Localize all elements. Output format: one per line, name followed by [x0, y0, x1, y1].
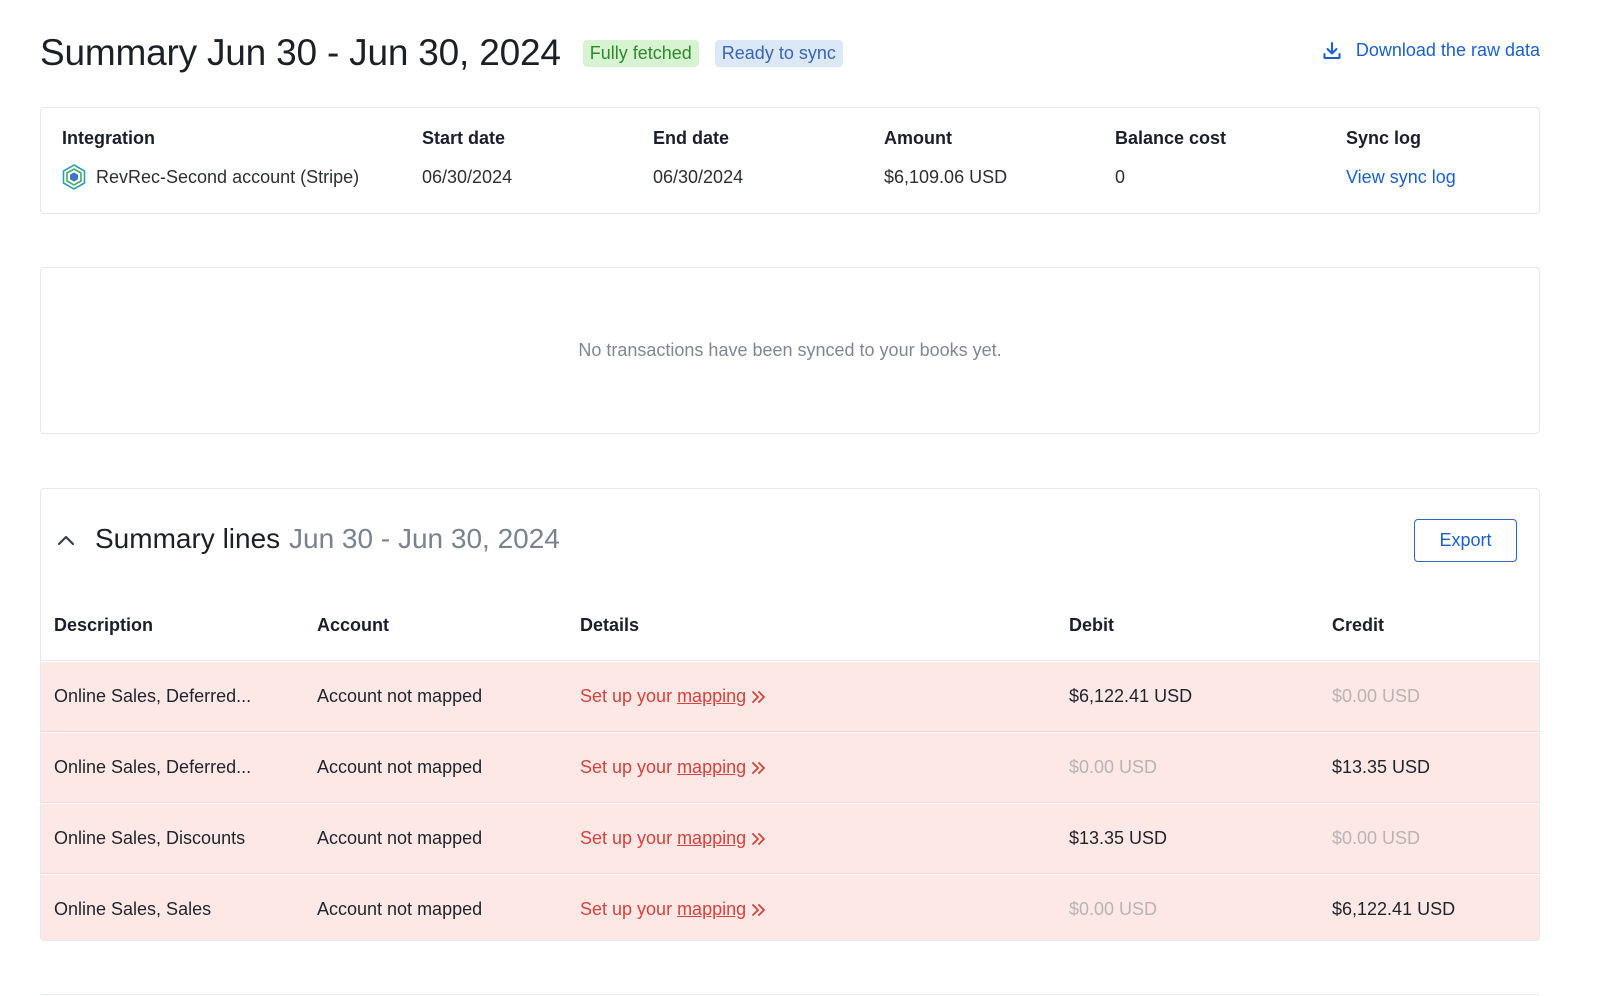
double-chevron-right-icon — [752, 903, 766, 916]
row-account: Account not mapped — [317, 899, 483, 919]
double-chevron-right-icon — [752, 690, 766, 703]
setup-mapping-link[interactable]: Set up your mapping — [580, 828, 767, 849]
setup-mapping-prefix: Set up your — [580, 828, 673, 848]
chevron-up-icon — [57, 535, 75, 546]
integration-info-card: Integration RevRec-Second account (Strip… — [40, 107, 1540, 214]
info-label: Start date — [422, 128, 506, 148]
info-col-amount: Amount $6,109.06 USD — [884, 128, 1007, 188]
mapping-link-text: mapping — [677, 686, 747, 706]
setup-mapping-link[interactable]: Set up your mapping — [580, 757, 767, 778]
setup-mapping-prefix: Set up your — [580, 899, 673, 919]
double-chevron-right-icon — [752, 761, 766, 774]
row-description: Online Sales, Discounts — [54, 828, 246, 848]
column-header-description: Description — [54, 615, 154, 635]
table-row: Online Sales, Deferred... Account not ma… — [41, 733, 1539, 803]
amount-value: $6,109.06 USD — [884, 166, 1008, 187]
info-col-integration: Integration RevRec-Second account (Strip… — [62, 128, 360, 190]
mapping-link-text: mapping — [677, 899, 747, 919]
info-label: Integration — [62, 128, 155, 148]
info-col-end-date: End date 06/30/2024 — [653, 128, 743, 188]
column-header-account: Account — [317, 615, 389, 635]
double-chevron-right-icon — [752, 832, 766, 845]
stripe-logo-icon — [62, 164, 86, 190]
integration-name: RevRec-Second account (Stripe) — [96, 166, 360, 187]
row-debit: $6,122.41 USD — [1069, 686, 1193, 706]
info-col-sync-log: Sync log View sync log — [1346, 128, 1456, 188]
row-debit: $0.00 USD — [1069, 899, 1158, 919]
row-debit: $13.35 USD — [1069, 828, 1168, 848]
status-badge-sync: Ready to sync — [714, 39, 843, 67]
row-account: Account not mapped — [317, 757, 483, 777]
empty-state-message: No transactions have been synced to your… — [578, 340, 1002, 360]
download-raw-data-label: Download the raw data — [1355, 40, 1540, 60]
row-description: Online Sales, Deferred... — [54, 757, 252, 777]
setup-mapping-prefix: Set up your — [580, 686, 673, 706]
row-account: Account not mapped — [317, 828, 483, 848]
info-label: Balance cost — [1115, 128, 1227, 148]
setup-mapping-link[interactable]: Set up your mapping — [580, 899, 767, 920]
setup-mapping-prefix: Set up your — [580, 757, 673, 777]
summary-lines-range: Jun 30 - Jun 30, 2024 — [289, 523, 560, 554]
page-header: Summary Jun 30 - Jun 30, 2024 Fully fetc… — [40, 28, 1540, 78]
info-label: End date — [653, 128, 730, 148]
row-account: Account not mapped — [317, 686, 483, 706]
table-row: Online Sales, Sales Account not mapped S… — [41, 875, 1539, 940]
info-label: Sync log — [1346, 128, 1422, 148]
column-header-credit: Credit — [1332, 615, 1385, 635]
row-credit: $6,122.41 USD — [1332, 899, 1456, 919]
start-date-value: 06/30/2024 — [422, 166, 513, 187]
table-row: Online Sales, Discounts Account not mapp… — [41, 804, 1539, 874]
sync-log-value: View sync log — [1346, 166, 1456, 188]
info-col-balance-cost: Balance cost 0 — [1115, 128, 1226, 188]
balance-cost-value: 0 — [1115, 166, 1126, 187]
collapse-summary-lines-button[interactable] — [55, 529, 77, 551]
summary-lines-title: Summary lines — [95, 523, 281, 554]
row-credit: $0.00 USD — [1332, 686, 1421, 706]
column-header-debit: Debit — [1069, 615, 1114, 635]
row-credit: $0.00 USD — [1332, 828, 1421, 848]
view-sync-log-link[interactable]: View sync log — [1346, 167, 1456, 188]
table-row: Online Sales, Deferred... Account not ma… — [41, 662, 1539, 732]
table-header: Description Account Details Debit Credit — [41, 591, 1539, 661]
column-header-details: Details — [580, 615, 640, 635]
row-debit: $0.00 USD — [1069, 757, 1158, 777]
row-credit: $13.35 USD — [1332, 757, 1431, 777]
summary-lines-card: Summary lines Jun 30 - Jun 30, 2024 Expo… — [40, 488, 1540, 941]
end-date-value: 06/30/2024 — [653, 166, 744, 187]
status-badge-fetched: Fully fetched — [582, 39, 699, 67]
summary-lines-header: Summary lines Jun 30 - Jun 30, 2024 Expo… — [41, 489, 1539, 591]
mapping-link-text: mapping — [677, 828, 747, 848]
synced-transactions-empty-state: No transactions have been synced to your… — [40, 267, 1540, 434]
row-description: Online Sales, Sales — [54, 899, 212, 919]
export-button[interactable]: Export — [1414, 519, 1517, 562]
info-label: Amount — [884, 128, 952, 148]
download-icon — [1323, 41, 1341, 59]
download-raw-data-link[interactable]: Download the raw data — [1322, 40, 1540, 61]
info-col-start-date: Start date 06/30/2024 — [422, 128, 512, 188]
row-description: Online Sales, Deferred... — [54, 686, 252, 706]
mapping-link-text: mapping — [677, 757, 747, 777]
info-value-integration: RevRec-Second account (Stripe) — [62, 164, 360, 190]
setup-mapping-link[interactable]: Set up your mapping — [580, 686, 767, 707]
page-title: Summary Jun 30 - Jun 30, 2024 — [40, 32, 561, 73]
